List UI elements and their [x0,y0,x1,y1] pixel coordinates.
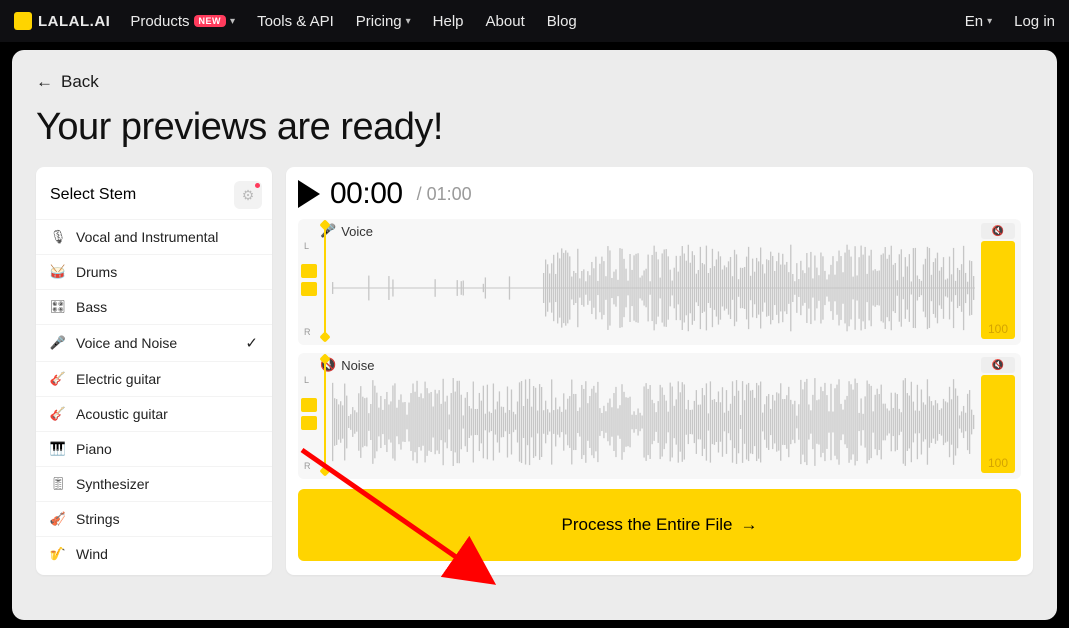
channel-right-label: R [304,327,311,337]
track-voice[interactable]: 🎤Voice L R 🔇 100 [298,219,1021,345]
sidebar-title: Select Stem [50,186,136,204]
waveform [332,373,975,471]
stem-label: Wind [76,546,108,562]
mute-button[interactable]: 🔇 [981,223,1015,239]
stem-label: Piano [76,441,112,457]
nav-right: En ▾ Log in [965,13,1055,30]
arrow-right-icon: → [741,515,758,535]
language-label: En [965,13,983,30]
time-total-value: 01:00 [427,184,472,204]
top-nav: LALAL.AI Products NEW ▾ Tools & API Pric… [0,0,1069,42]
stem-label: Vocal and Instrumental [76,229,218,245]
stem-label: Strings [76,511,120,527]
playhead[interactable] [324,223,326,339]
stem-label: Electric guitar [76,371,161,387]
stem-item-piano[interactable]: 🎹 Piano [36,431,272,466]
player-controls: 00:00 / 01:00 [298,177,1021,211]
page-card: ← Back Your previews are ready! Select S… [12,50,1057,620]
settings-button[interactable]: ⚙ [234,181,262,209]
guitar-icon: 🎸 [50,371,66,387]
guitar-icon: 🎸 [50,406,66,422]
speaker-icon: 🔇 [992,226,1004,237]
stem-label: Acoustic guitar [76,406,168,422]
stem-label: Bass [76,299,107,315]
nav-blog-label: Blog [547,13,577,30]
preview-panel: 00:00 / 01:00 🎤Voice L R 🔇 100 [286,167,1033,575]
volume-slider[interactable]: 100 [981,241,1015,339]
login-label: Log in [1014,13,1055,30]
stem-label: Voice and Noise [76,335,177,351]
time-total: / 01:00 [417,184,472,205]
stem-item-drums[interactable]: 🥁 Drums [36,254,272,289]
stem-item-strings[interactable]: 🎻 Strings [36,501,272,536]
stem-item-wind[interactable]: 🎷 Wind [36,536,272,571]
mute-button[interactable]: 🔇 [981,357,1015,373]
stem-label: Synthesizer [76,476,149,492]
channel-left-label: L [304,241,309,251]
track-name: Voice [341,224,373,239]
brand-name: LALAL.AI [38,13,110,30]
play-button[interactable] [298,180,320,208]
track-name: Noise [341,358,374,373]
nav-pricing[interactable]: Pricing ▾ [356,13,411,30]
synth-icon: 🎚 [50,476,66,492]
nav-about-label: About [486,13,525,30]
mic-icon: 🎤 [50,335,66,351]
language-selector[interactable]: En ▾ [965,13,992,30]
nav-help-label: Help [433,13,464,30]
nav-links: Products NEW ▾ Tools & API Pricing ▾ Hel… [130,13,576,30]
channel-left-label: L [304,375,309,385]
stem-item-synthesizer[interactable]: 🎚 Synthesizer [36,466,272,501]
wind-icon: 🎷 [50,546,66,562]
volume-slider[interactable]: 100 [981,375,1015,473]
arrow-left-icon: ← [36,72,53,92]
chevron-down-icon: ▾ [230,16,235,27]
chevron-down-icon: ▾ [987,16,992,27]
new-badge: NEW [194,15,227,27]
nav-tools-label: Tools & API [257,13,334,30]
bass-icon: 🎛 [50,299,66,315]
nav-about[interactable]: About [486,13,525,30]
volume-value: 100 [988,322,1008,336]
nav-blog[interactable]: Blog [547,13,577,30]
stem-list: 🎙 Vocal and Instrumental 🥁 Drums 🎛 Bass 🎤 Vo… [36,219,272,571]
stem-item-voice-noise[interactable]: 🎤 Voice and Noise ✓ [36,324,272,361]
nav-products[interactable]: Products NEW ▾ [130,13,235,30]
waveform-icon: 🎙 [50,229,66,245]
strings-icon: 🎻 [50,511,66,527]
logo-icon [14,12,32,30]
stem-item-electric-guitar[interactable]: 🎸 Electric guitar [36,361,272,396]
stem-item-bass[interactable]: 🎛 Bass [36,289,272,324]
time-current: 00:00 [330,177,403,211]
track-noise[interactable]: 🔇Noise L R 🔇 100 [298,353,1021,479]
stem-sidebar: Select Stem ⚙ 🎙 Vocal and Instrumental 🥁 D… [36,167,272,575]
nav-products-label: Products [130,13,189,30]
stereo-indicator [301,398,317,434]
stereo-indicator [301,264,317,300]
speaker-icon: 🔇 [992,360,1004,371]
playhead[interactable] [324,357,326,473]
nav-pricing-label: Pricing [356,13,402,30]
back-button[interactable]: ← Back [36,72,99,92]
waveform [332,239,975,337]
process-file-button[interactable]: Process the Entire File → [298,489,1021,561]
stem-item-vocal-instrumental[interactable]: 🎙 Vocal and Instrumental [36,219,272,254]
piano-icon: 🎹 [50,441,66,457]
back-label: Back [61,72,99,92]
page-title: Your previews are ready! [36,106,1033,149]
volume-value: 100 [988,456,1008,470]
nav-help[interactable]: Help [433,13,464,30]
nav-tools[interactable]: Tools & API [257,13,334,30]
chevron-down-icon: ▾ [406,16,411,27]
drums-icon: 🥁 [50,264,66,280]
gear-icon: ⚙ [242,187,255,204]
check-icon: ✓ [245,334,258,352]
stem-item-acoustic-guitar[interactable]: 🎸 Acoustic guitar [36,396,272,431]
stem-label: Drums [76,264,117,280]
channel-right-label: R [304,461,311,471]
process-label: Process the Entire File [561,515,732,535]
login-link[interactable]: Log in [1014,13,1055,30]
